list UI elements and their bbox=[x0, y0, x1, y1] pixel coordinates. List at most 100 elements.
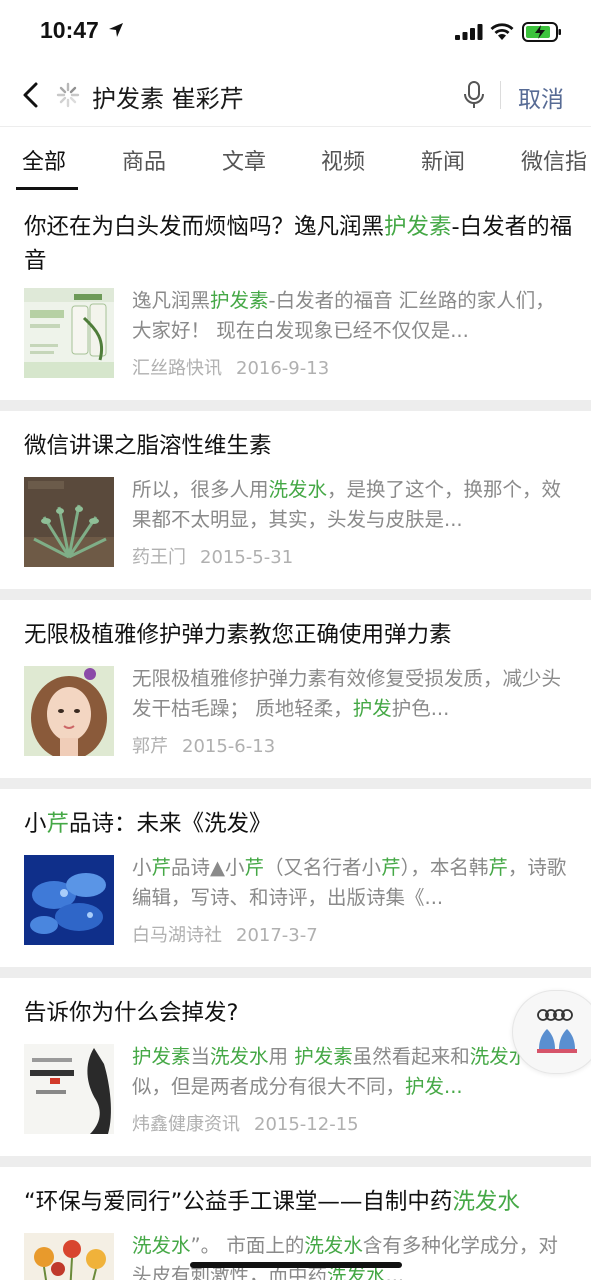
active-tab-indicator bbox=[16, 187, 78, 190]
result-snippet: 小芹品诗▲小芹（又名行者小芹），本名韩芹，诗歌编辑，写诗、和诗评，出版诗集《..… bbox=[132, 853, 568, 913]
result-meta: 白马湖诗社 2017-3-7 bbox=[132, 921, 332, 947]
result-title[interactable]: 无限极植雅修护弹力素教您正确使用弹力素 bbox=[24, 618, 576, 652]
result-thumbnail bbox=[24, 1233, 114, 1280]
result-snippet: 逸凡润黑护发素-白发者的福音 汇丝路的家人们，大家好！ 现在白发现象已经不仅仅是… bbox=[132, 286, 568, 346]
highlighted-keyword: 洗发水 bbox=[132, 1234, 191, 1257]
result-source: 药王门 bbox=[132, 547, 186, 568]
result-title[interactable]: 微信讲课之脂溶性维生素 bbox=[24, 429, 576, 463]
result-source: 白马湖诗社 bbox=[132, 925, 222, 946]
result-snippet: 无限极植雅修护弹力素有效修复受损发质，减少头发干枯毛躁； 质地轻柔，护发护色..… bbox=[132, 664, 568, 724]
highlighted-keyword: 芹 bbox=[151, 856, 172, 879]
result-separator bbox=[0, 589, 591, 600]
highlighted-keyword: 护发素 bbox=[294, 1045, 353, 1068]
result-card[interactable]: 无限极植雅修护弹力素教您正确使用弹力素 无限极植雅修护弹力素有效修复受损发质，减… bbox=[0, 600, 591, 778]
status-bar: 10:47 bbox=[0, 0, 591, 66]
result-title[interactable]: 小芹品诗：未来《洗发》 bbox=[24, 807, 576, 841]
result-meta: 郭芹 2015-6-13 bbox=[132, 732, 289, 758]
wifi-icon bbox=[490, 23, 514, 40]
tab-wechat-index[interactable]: 微信指 bbox=[521, 144, 587, 176]
result-title[interactable]: 你还在为白头发而烦恼吗？逸凡润黑护发素-白发者的福音 bbox=[24, 210, 576, 278]
highlighted-keyword: 护发素 bbox=[384, 214, 452, 240]
search-divider bbox=[500, 81, 501, 109]
search-category-tabs: 全部 商品 文章 视频 新闻 微信指 bbox=[0, 126, 591, 192]
result-card[interactable]: 微信讲课之脂溶性维生素 所以，很多人用洗发水，是换了这个，换那个，效果都不太明显… bbox=[0, 411, 591, 589]
audi-logo-icon bbox=[537, 1009, 577, 1053]
result-date: 2017-3-7 bbox=[236, 925, 318, 946]
tab-news[interactable]: 新闻 bbox=[421, 144, 465, 176]
result-separator bbox=[0, 400, 591, 411]
blue-flower-image bbox=[24, 855, 114, 945]
floating-mini-program-button[interactable] bbox=[512, 990, 591, 1074]
highlighted-keyword: 护发 bbox=[352, 697, 392, 720]
tab-articles[interactable]: 文章 bbox=[222, 144, 266, 176]
highlighted-keyword: 洗发水 bbox=[304, 1234, 363, 1257]
text-segment: 无限极植雅修护弹力素教您正确使用弹力素 bbox=[24, 622, 452, 648]
back-arrow-icon[interactable] bbox=[20, 80, 42, 110]
result-separator bbox=[0, 778, 591, 789]
battery-charging-icon bbox=[522, 22, 561, 42]
result-thumbnail bbox=[24, 666, 114, 756]
highlighted-keyword: 洗发水 bbox=[452, 1189, 520, 1215]
text-segment: 护色... bbox=[391, 697, 450, 720]
text-segment: 用 bbox=[268, 1045, 295, 1068]
result-title[interactable]: “环保与爱同行”公益手工课堂——自制中药洗发水 bbox=[24, 1185, 576, 1219]
result-snippet: 洗发水”。 市面上的洗发水含有多种化学成分，对头皮有刺激性，而中药洗发水... bbox=[132, 1231, 568, 1280]
tab-all[interactable]: 全部 bbox=[22, 144, 66, 176]
text-segment: 品诗：未来《洗发》 bbox=[69, 811, 272, 837]
result-meta: 炜鑫健康资讯 2015-12-15 bbox=[132, 1110, 373, 1136]
result-meta: 汇丝路快讯 2016-9-13 bbox=[132, 354, 343, 380]
text-segment: 小 bbox=[132, 856, 152, 879]
hair-poster-image bbox=[24, 1044, 114, 1134]
result-snippet: 所以，很多人用洗发水，是换了这个，换那个，效果都不太明显，其实，头发与皮肤是..… bbox=[132, 475, 568, 535]
search-bar: 护发素 崔彩芹 取消 bbox=[0, 66, 591, 126]
result-date: 2015-6-13 bbox=[182, 736, 276, 757]
result-source: 郭芹 bbox=[132, 736, 168, 757]
text-segment: 微信讲课之脂溶性维生素 bbox=[24, 433, 272, 459]
text-segment: 虽然看起来和 bbox=[352, 1045, 470, 1068]
tab-products[interactable]: 商品 bbox=[122, 144, 166, 176]
text-segment: ”。 市面上的 bbox=[190, 1234, 305, 1257]
result-thumbnail bbox=[24, 855, 114, 945]
result-thumbnail bbox=[24, 477, 114, 567]
loading-spinner-icon bbox=[56, 82, 80, 108]
highlighted-keyword: 护发... bbox=[405, 1075, 463, 1098]
result-card[interactable]: 小芹品诗：未来《洗发》 小芹品诗▲小芹（又名行者小芹），本名韩芹，诗歌编辑，写诗… bbox=[0, 789, 591, 967]
result-card[interactable]: 告诉你为什么会掉发? 护发素当洗发水用 护发素虽然看起来和洗发水很相似，但是两者… bbox=[0, 978, 591, 1156]
text-segment: 品诗▲小 bbox=[171, 856, 245, 879]
result-thumbnail bbox=[24, 288, 114, 378]
text-segment: 小 bbox=[24, 811, 47, 837]
result-card[interactable]: 你还在为白头发而烦恼吗？逸凡润黑护发素-白发者的福音 逸凡润黑护发素-白发者的福… bbox=[0, 192, 591, 400]
highlighted-keyword: 芹 bbox=[381, 856, 401, 879]
location-arrow-icon bbox=[109, 23, 123, 37]
cancel-button[interactable]: 取消 bbox=[518, 80, 564, 114]
plant-image bbox=[24, 477, 114, 567]
search-query-text[interactable]: 护发素 崔彩芹 bbox=[92, 79, 244, 114]
highlighted-keyword: 芹 bbox=[46, 811, 70, 837]
highlighted-keyword: 护发素 bbox=[132, 1045, 191, 1068]
result-date: 2015-5-31 bbox=[200, 547, 294, 568]
tab-videos[interactable]: 视频 bbox=[321, 144, 365, 176]
result-source: 炜鑫健康资讯 bbox=[132, 1114, 240, 1135]
text-segment: 告诉你为什么会掉发? bbox=[24, 1000, 239, 1026]
text-segment: 当 bbox=[190, 1045, 211, 1068]
text-segment: 所以，很多人用 bbox=[132, 478, 269, 501]
microphone-icon[interactable] bbox=[463, 80, 485, 110]
portrait-image bbox=[24, 666, 114, 756]
highlighted-keyword: 护发素 bbox=[210, 289, 269, 312]
cellular-signal-icon bbox=[455, 24, 483, 40]
result-date: 2015-12-15 bbox=[254, 1114, 359, 1135]
flowers-image bbox=[24, 1233, 114, 1280]
result-snippet: 护发素当洗发水用 护发素虽然看起来和洗发水很相似，但是两者成分有很大不同，护发.… bbox=[132, 1042, 568, 1102]
result-title[interactable]: 告诉你为什么会掉发? bbox=[24, 996, 576, 1030]
result-source: 汇丝路快讯 bbox=[132, 358, 222, 379]
highlighted-keyword: 芹 bbox=[488, 856, 508, 879]
text-segment: “环保与爱同行”公益手工课堂——自制中药 bbox=[24, 1189, 453, 1215]
text-segment: （又名行者小 bbox=[264, 856, 382, 879]
result-meta: 药王门 2015-5-31 bbox=[132, 543, 307, 569]
result-thumbnail bbox=[24, 1044, 114, 1134]
highlighted-keyword: 洗发水 bbox=[268, 478, 328, 501]
text-segment: 无限极植雅修护弹力素有效修复受损发质，减少头发干枯毛躁； 质地轻柔， bbox=[132, 667, 562, 720]
text-segment: ），本名韩 bbox=[400, 856, 489, 879]
highlighted-keyword: 洗发水 bbox=[210, 1045, 269, 1068]
result-date: 2016-9-13 bbox=[236, 358, 330, 379]
